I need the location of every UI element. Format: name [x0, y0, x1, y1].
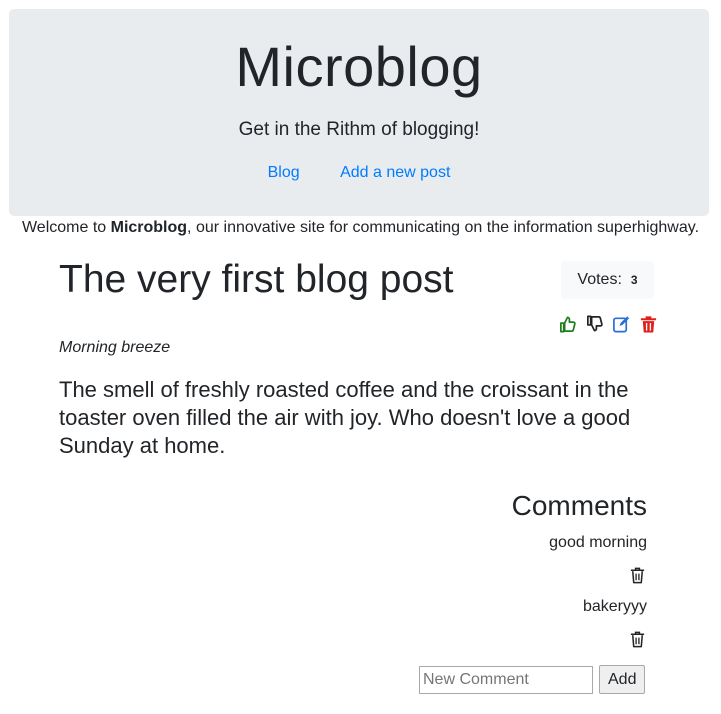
post-body: The smell of freshly roasted coffee and …: [59, 377, 631, 458]
nav-link-add-post[interactable]: Add a new post: [340, 164, 450, 181]
new-comment-input[interactable]: [419, 665, 593, 694]
comment-actions: [400, 554, 647, 596]
comment-actions: [400, 618, 647, 660]
trash-icon[interactable]: [639, 314, 658, 334]
welcome-suffix: , our innovative site for communicating …: [187, 219, 700, 236]
edit-icon[interactable]: [612, 314, 631, 334]
thumbs-down-icon[interactable]: [585, 314, 604, 334]
comments-title: Comments: [511, 490, 647, 521]
votes-box: Votes: 3: [561, 261, 654, 299]
main-nav: Blog Add a new post: [9, 164, 709, 182]
comment-item: good morning: [400, 532, 647, 596]
trash-icon[interactable]: [628, 565, 647, 585]
new-comment-form: Add: [419, 665, 646, 694]
thumbs-up-icon[interactable]: [558, 314, 577, 334]
comment-text: bakeryyy: [582, 598, 647, 615]
comment-list: good morning bakeryyy: [400, 532, 647, 660]
site-tagline: Get in the Rithm of blogging!: [238, 119, 480, 140]
post-actions: [558, 314, 658, 334]
nav-link-blog[interactable]: Blog: [268, 164, 300, 181]
comments-section: Comments good morning bakeryyy: [400, 490, 647, 660]
welcome-message: Welcome to Microblog, our innovative sit…: [0, 219, 721, 237]
trash-icon[interactable]: [628, 629, 647, 649]
votes-label: Votes:: [577, 271, 622, 288]
welcome-brand: Microblog: [110, 219, 188, 236]
comment-text: good morning: [549, 534, 647, 551]
add-comment-button[interactable]: Add: [599, 665, 646, 694]
post-title: The very first blog post: [59, 258, 454, 301]
comment-item: bakeryyy: [400, 596, 647, 660]
votes-count: 3: [630, 273, 638, 287]
site-title: Microblog: [235, 35, 483, 98]
header-jumbotron: Microblog Get in the Rithm of blogging! …: [9, 9, 709, 216]
welcome-prefix: Welcome to: [21, 219, 111, 236]
post-subtitle: Morning breeze: [59, 339, 171, 356]
